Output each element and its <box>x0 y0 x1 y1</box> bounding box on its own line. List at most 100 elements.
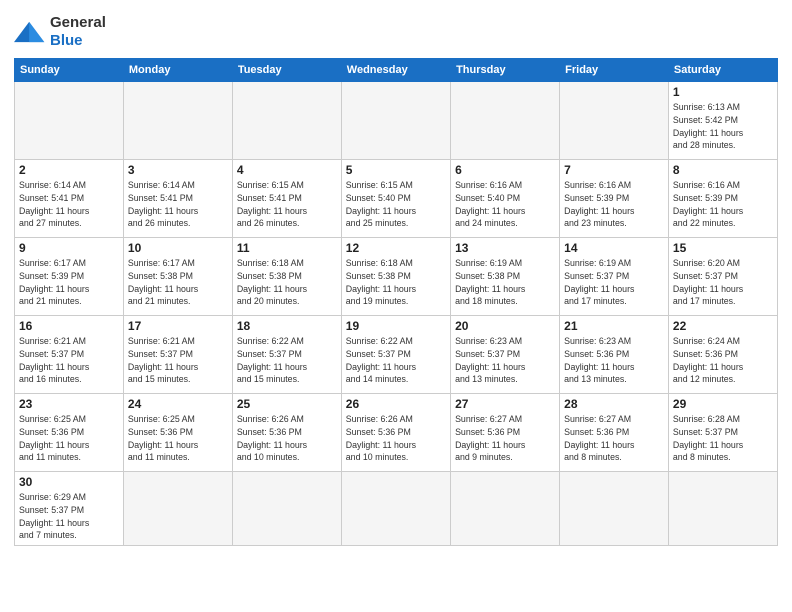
calendar-cell <box>560 472 669 546</box>
day-info: Sunrise: 6:18 AM Sunset: 5:38 PM Dayligh… <box>346 257 446 308</box>
calendar-cell <box>668 472 777 546</box>
calendar-cell: 25 Sunrise: 6:26 AM Sunset: 5:36 PM Dayli… <box>232 394 341 472</box>
logo: General Blue <box>14 14 106 50</box>
calendar-cell: 23 Sunrise: 6:25 AM Sunset: 5:36 PM Dayli… <box>15 394 124 472</box>
calendar-cell: 19 Sunrise: 6:22 AM Sunset: 5:37 PM Dayli… <box>341 316 450 394</box>
calendar-cell: 11 Sunrise: 6:18 AM Sunset: 5:38 PM Dayli… <box>232 238 341 316</box>
calendar-week-row: 1 Sunrise: 6:13 AM Sunset: 5:42 PM Daylig… <box>15 82 778 160</box>
day-info: Sunrise: 6:23 AM Sunset: 5:37 PM Dayligh… <box>455 335 555 386</box>
weekday-header-thursday: Thursday <box>451 59 560 82</box>
calendar-cell: 3Sunrise: 6:14 AM Sunset: 5:41 PM Daylig… <box>123 160 232 238</box>
day-number: 24 <box>128 397 228 411</box>
day-number: 23 <box>19 397 119 411</box>
calendar-cell: 14Sunrise: 6:19 AM Sunset: 5:37 PM Dayli… <box>560 238 669 316</box>
day-number: 25 <box>237 397 337 411</box>
weekday-header-monday: Monday <box>123 59 232 82</box>
calendar-table: SundayMondayTuesdayWednesdayThursdayFrid… <box>14 58 778 546</box>
calendar-cell <box>123 82 232 160</box>
day-number: 2 <box>19 163 119 177</box>
day-info: Sunrise: 6:29 AM Sunset: 5:37 PM Dayligh… <box>19 491 119 542</box>
day-number: 15 <box>673 241 773 255</box>
calendar-cell <box>15 82 124 160</box>
calendar-cell: 27 Sunrise: 6:27 AM Sunset: 5:36 PM Dayli… <box>451 394 560 472</box>
day-info: Sunrise: 6:16 AM Sunset: 5:39 PM Dayligh… <box>673 179 773 230</box>
calendar-cell: 13 Sunrise: 6:19 AM Sunset: 5:38 PM Dayli… <box>451 238 560 316</box>
calendar-cell: 5Sunrise: 6:15 AM Sunset: 5:40 PM Daylig… <box>341 160 450 238</box>
day-info: Sunrise: 6:22 AM Sunset: 5:37 PM Dayligh… <box>237 335 337 386</box>
day-number: 16 <box>19 319 119 333</box>
calendar-cell: 26 Sunrise: 6:26 AM Sunset: 5:36 PM Dayli… <box>341 394 450 472</box>
calendar-cell: 9 Sunrise: 6:17 AM Sunset: 5:39 PM Daylig… <box>15 238 124 316</box>
day-number: 26 <box>346 397 446 411</box>
day-info: Sunrise: 6:21 AM Sunset: 5:37 PM Dayligh… <box>128 335 228 386</box>
day-number: 14 <box>564 241 664 255</box>
calendar-cell: 12 Sunrise: 6:18 AM Sunset: 5:38 PM Dayli… <box>341 238 450 316</box>
day-number: 6 <box>455 163 555 177</box>
calendar-week-row: 16 Sunrise: 6:21 AM Sunset: 5:37 PM Dayli… <box>15 316 778 394</box>
day-info: Sunrise: 6:27 AM Sunset: 5:36 PM Dayligh… <box>564 413 664 464</box>
day-info: Sunrise: 6:15 AM Sunset: 5:40 PM Dayligh… <box>346 179 446 230</box>
day-number: 19 <box>346 319 446 333</box>
day-number: 12 <box>346 241 446 255</box>
calendar-cell: 17 Sunrise: 6:21 AM Sunset: 5:37 PM Dayli… <box>123 316 232 394</box>
day-info: Sunrise: 6:17 AM Sunset: 5:38 PM Dayligh… <box>128 257 228 308</box>
calendar-cell <box>451 82 560 160</box>
day-number: 13 <box>455 241 555 255</box>
day-info: Sunrise: 6:26 AM Sunset: 5:36 PM Dayligh… <box>237 413 337 464</box>
calendar-cell <box>560 82 669 160</box>
day-number: 11 <box>237 241 337 255</box>
weekday-header-friday: Friday <box>560 59 669 82</box>
calendar-cell: 30Sunrise: 6:29 AM Sunset: 5:37 PM Dayli… <box>15 472 124 546</box>
day-number: 27 <box>455 397 555 411</box>
calendar-cell: 2Sunrise: 6:14 AM Sunset: 5:41 PM Daylig… <box>15 160 124 238</box>
weekday-header-sunday: Sunday <box>15 59 124 82</box>
page: General Blue SundayMondayTuesdayWednesda… <box>0 0 792 612</box>
day-info: Sunrise: 6:26 AM Sunset: 5:36 PM Dayligh… <box>346 413 446 464</box>
day-info: Sunrise: 6:19 AM Sunset: 5:38 PM Dayligh… <box>455 257 555 308</box>
calendar-cell: 15 Sunrise: 6:20 AM Sunset: 5:37 PM Dayli… <box>668 238 777 316</box>
day-info: Sunrise: 6:17 AM Sunset: 5:39 PM Dayligh… <box>19 257 119 308</box>
day-info: Sunrise: 6:15 AM Sunset: 5:41 PM Dayligh… <box>237 179 337 230</box>
day-info: Sunrise: 6:24 AM Sunset: 5:36 PM Dayligh… <box>673 335 773 386</box>
calendar-cell <box>341 472 450 546</box>
day-info: Sunrise: 6:25 AM Sunset: 5:36 PM Dayligh… <box>19 413 119 464</box>
day-number: 1 <box>673 85 773 99</box>
day-number: 4 <box>237 163 337 177</box>
header: General Blue <box>14 10 778 50</box>
day-info: Sunrise: 6:27 AM Sunset: 5:36 PM Dayligh… <box>455 413 555 464</box>
day-number: 20 <box>455 319 555 333</box>
calendar-cell: 16 Sunrise: 6:21 AM Sunset: 5:37 PM Dayli… <box>15 316 124 394</box>
day-info: Sunrise: 6:20 AM Sunset: 5:37 PM Dayligh… <box>673 257 773 308</box>
weekday-header-saturday: Saturday <box>668 59 777 82</box>
calendar-cell: 28 Sunrise: 6:27 AM Sunset: 5:36 PM Dayli… <box>560 394 669 472</box>
day-number: 22 <box>673 319 773 333</box>
day-info: Sunrise: 6:14 AM Sunset: 5:41 PM Dayligh… <box>128 179 228 230</box>
calendar-cell <box>123 472 232 546</box>
calendar-cell: 7 Sunrise: 6:16 AM Sunset: 5:39 PM Daylig… <box>560 160 669 238</box>
day-info: Sunrise: 6:21 AM Sunset: 5:37 PM Dayligh… <box>19 335 119 386</box>
day-info: Sunrise: 6:22 AM Sunset: 5:37 PM Dayligh… <box>346 335 446 386</box>
calendar-week-row: 23 Sunrise: 6:25 AM Sunset: 5:36 PM Dayli… <box>15 394 778 472</box>
day-info: Sunrise: 6:13 AM Sunset: 5:42 PM Dayligh… <box>673 101 773 152</box>
calendar-cell: 8 Sunrise: 6:16 AM Sunset: 5:39 PM Daylig… <box>668 160 777 238</box>
day-info: Sunrise: 6:25 AM Sunset: 5:36 PM Dayligh… <box>128 413 228 464</box>
calendar-cell: 21Sunrise: 6:23 AM Sunset: 5:36 PM Dayli… <box>560 316 669 394</box>
calendar-week-row: 2 Sunrise: 6:14 AM Sunset: 5:41 PM Daylig… <box>15 160 778 238</box>
day-number: 17 <box>128 319 228 333</box>
day-number: 29 <box>673 397 773 411</box>
day-number: 28 <box>564 397 664 411</box>
day-number: 9 <box>19 241 119 255</box>
calendar-cell: 10Sunrise: 6:17 AM Sunset: 5:38 PM Dayli… <box>123 238 232 316</box>
calendar-cell: 29 Sunrise: 6:28 AM Sunset: 5:37 PM Dayli… <box>668 394 777 472</box>
day-number: 8 <box>673 163 773 177</box>
day-info: Sunrise: 6:28 AM Sunset: 5:37 PM Dayligh… <box>673 413 773 464</box>
calendar-cell: 24 Sunrise: 6:25 AM Sunset: 5:36 PM Dayli… <box>123 394 232 472</box>
day-info: Sunrise: 6:18 AM Sunset: 5:38 PM Dayligh… <box>237 257 337 308</box>
weekday-header-tuesday: Tuesday <box>232 59 341 82</box>
day-number: 7 <box>564 163 664 177</box>
weekday-header-wednesday: Wednesday <box>341 59 450 82</box>
calendar-cell <box>232 82 341 160</box>
day-info: Sunrise: 6:16 AM Sunset: 5:39 PM Dayligh… <box>564 179 664 230</box>
calendar-cell <box>451 472 560 546</box>
calendar-cell: 22 Sunrise: 6:24 AM Sunset: 5:36 PM Dayli… <box>668 316 777 394</box>
